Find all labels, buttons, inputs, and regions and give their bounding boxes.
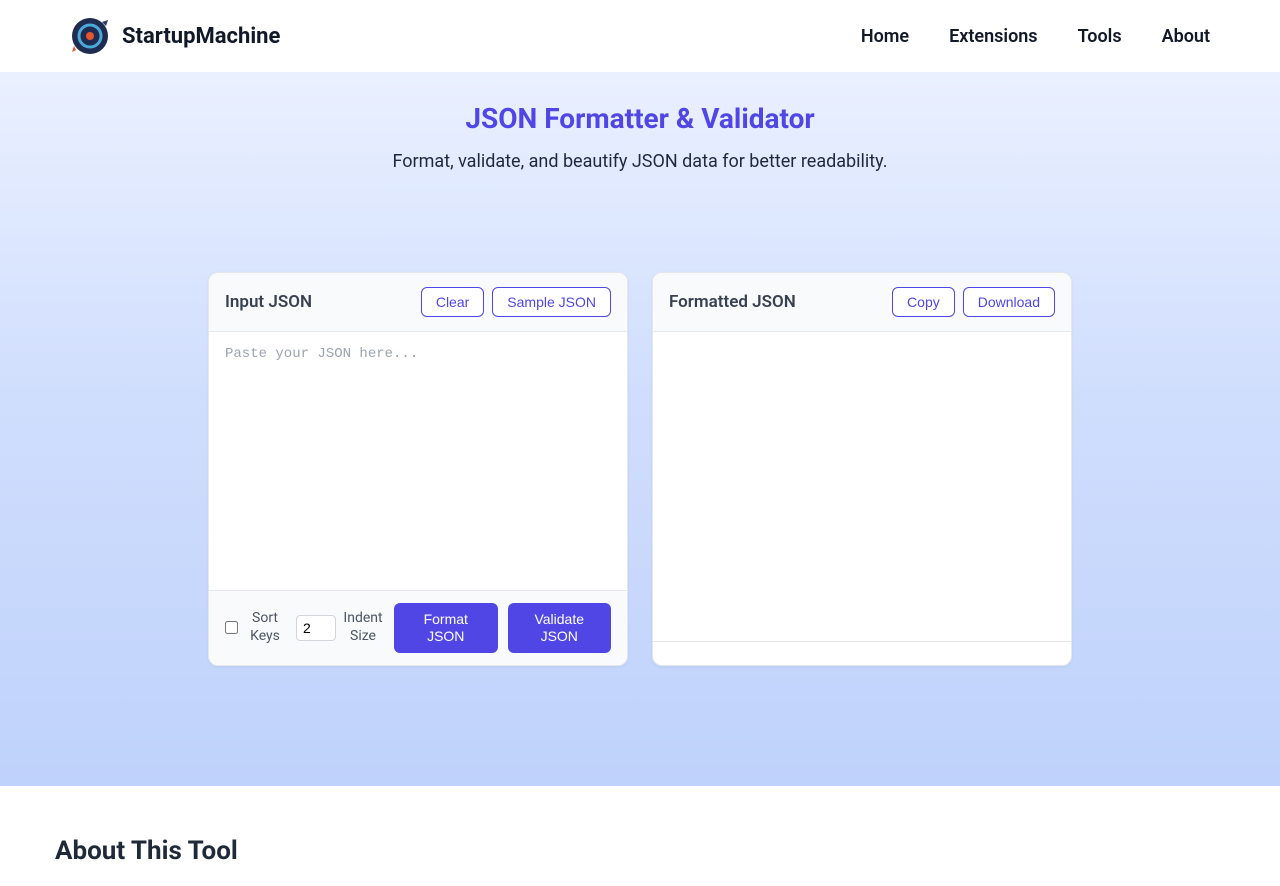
sort-keys-label: Sort Keys <box>244 610 286 645</box>
input-panel-actions: Clear Sample JSON <box>421 287 611 317</box>
sort-keys-checkbox[interactable] <box>225 621 238 634</box>
input-panel-title: Input JSON <box>225 292 312 312</box>
format-json-button[interactable]: Format JSON <box>394 603 498 653</box>
main-nav: Home Extensions Tools About <box>861 26 1210 47</box>
about-section: About This Tool <box>0 786 1280 886</box>
output-panel-header: Formatted JSON Copy Download <box>653 273 1071 332</box>
brand-name: StartupMachine <box>122 24 280 49</box>
indent-option: Indent Size <box>296 610 384 645</box>
input-panel-footer: Sort Keys Indent Size Format JSON Valida… <box>209 590 627 665</box>
output-panel: Formatted JSON Copy Download <box>652 272 1072 666</box>
indent-size-label: Indent Size <box>342 610 384 645</box>
json-input[interactable] <box>225 346 611 576</box>
about-title: About This Tool <box>55 836 1225 866</box>
output-panel-body <box>653 332 1071 641</box>
input-panel-header: Input JSON Clear Sample JSON <box>209 273 627 332</box>
output-panel-footer <box>653 641 1071 665</box>
hero-section: JSON Formatter & Validator Format, valid… <box>0 72 1280 786</box>
output-panel-title: Formatted JSON <box>669 292 796 312</box>
download-button[interactable]: Download <box>963 287 1055 317</box>
brand[interactable]: StartupMachine <box>70 16 280 56</box>
site-header: StartupMachine Home Extensions Tools Abo… <box>0 0 1280 72</box>
sample-json-button[interactable]: Sample JSON <box>492 287 611 317</box>
input-panel-body <box>209 332 627 590</box>
validate-json-button[interactable]: Validate JSON <box>508 603 612 653</box>
indent-size-input[interactable] <box>296 615 336 641</box>
tool-container: Input JSON Clear Sample JSON Sort Keys I… <box>0 272 1280 666</box>
output-panel-actions: Copy Download <box>892 287 1055 317</box>
input-panel: Input JSON Clear Sample JSON Sort Keys I… <box>208 272 628 666</box>
page-subtitle: Format, validate, and beautify JSON data… <box>0 151 1280 172</box>
sort-keys-option: Sort Keys <box>225 610 286 645</box>
nav-extensions[interactable]: Extensions <box>949 26 1037 47</box>
copy-button[interactable]: Copy <box>892 287 955 317</box>
clear-button[interactable]: Clear <box>421 287 484 317</box>
nav-home[interactable]: Home <box>861 26 909 47</box>
logo-icon <box>70 16 110 56</box>
page-title: JSON Formatter & Validator <box>0 102 1280 135</box>
nav-tools[interactable]: Tools <box>1078 26 1122 47</box>
nav-about[interactable]: About <box>1162 26 1210 47</box>
